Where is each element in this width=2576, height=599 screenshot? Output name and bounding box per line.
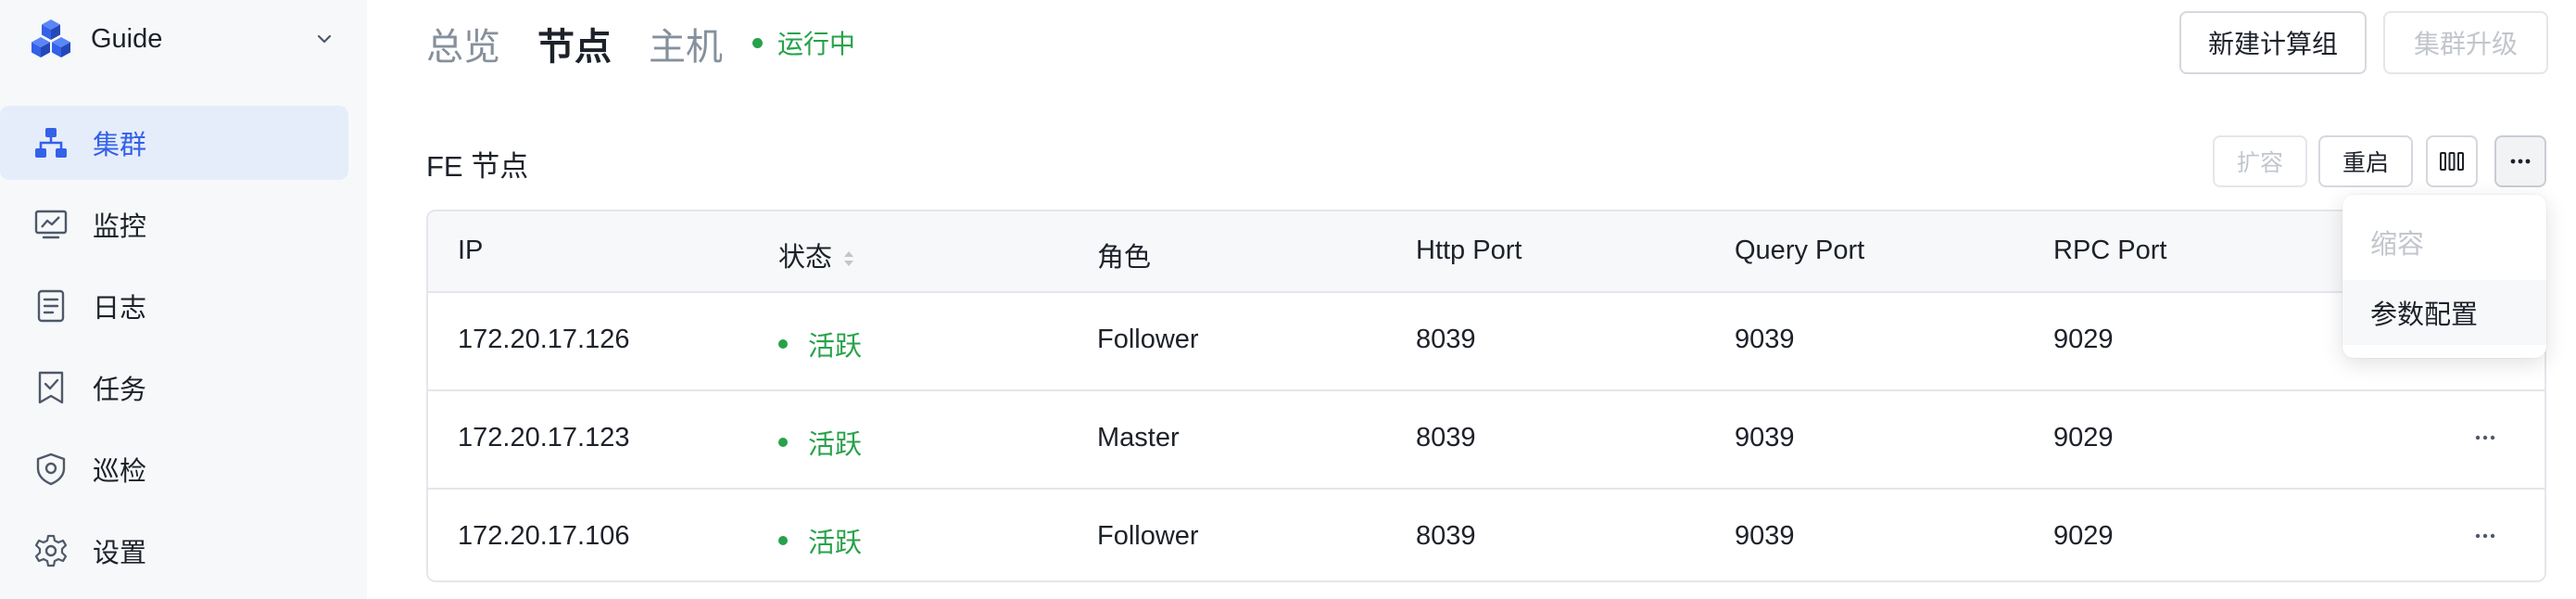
- status-dot: [778, 536, 788, 545]
- status-dot: [752, 37, 763, 48]
- sidebar-item-inspection[interactable]: 巡检: [0, 432, 348, 506]
- sidebar-item-label: 任务: [93, 376, 147, 405]
- cell-role: Follower: [1097, 325, 1199, 354]
- cell-role: Follower: [1097, 521, 1199, 551]
- monitor-chart-icon: [34, 210, 68, 239]
- columns-icon: [2440, 152, 2464, 171]
- table-row: 172.20.17.126 活跃 Follower 8039 9039 9029: [428, 293, 2544, 391]
- cell-ip: 172.20.17.123: [458, 423, 630, 452]
- column-header-ip: IP: [458, 236, 484, 265]
- status-text: 活跃: [808, 332, 863, 362]
- status-dot: [778, 339, 788, 349]
- more-icon: [2510, 159, 2531, 164]
- status-text: 活跃: [808, 430, 863, 460]
- cell-status: 活跃: [778, 325, 862, 363]
- sidebar: Guide 集群 监控 日志 任务 巡检 设置: [0, 0, 367, 599]
- chevron-down-icon: [317, 34, 332, 44]
- cluster-status: 运行中: [752, 24, 855, 61]
- more-icon: [2475, 533, 2495, 539]
- cell-status: 活跃: [778, 521, 862, 560]
- table-row: 172.20.17.106 活跃 Follower 8039 9039 9029: [428, 490, 2544, 580]
- table-header: IP 状态 角色 Http Port Query Port RPC Port: [428, 211, 2544, 293]
- cell-status: 活跃: [778, 423, 862, 462]
- inspection-shield-icon: [36, 452, 66, 486]
- scale-out-button[interactable]: 扩容: [2213, 135, 2307, 187]
- cell-ip: 172.20.17.126: [458, 325, 630, 354]
- more-icon: [2475, 435, 2495, 440]
- columns-button[interactable]: [2426, 135, 2478, 187]
- menu-item-parameter-config[interactable]: 参数配置: [2342, 280, 2546, 345]
- sidebar-item-label: 设置: [93, 539, 147, 568]
- upgrade-cluster-button[interactable]: 集群升级: [2383, 11, 2548, 74]
- sidebar-item-tasks[interactable]: 任务: [0, 350, 348, 425]
- sidebar-item-settings[interactable]: 设置: [0, 514, 348, 588]
- row-more-button[interactable]: [2467, 517, 2504, 554]
- cell-query-port: 9039: [1735, 423, 1795, 452]
- gear-icon: [34, 534, 68, 567]
- column-header-status[interactable]: 状态: [778, 236, 856, 274]
- column-header-role: 角色: [1097, 243, 1152, 273]
- column-header-label: 状态: [778, 243, 833, 273]
- column-header-http-port: Http Port: [1416, 236, 1522, 265]
- cell-ip: 172.20.17.106: [458, 521, 630, 551]
- status-dot: [778, 438, 788, 447]
- more-actions-dropdown: 缩容 参数配置: [2342, 195, 2546, 358]
- tab-overview[interactable]: 总览: [426, 17, 500, 70]
- restart-button[interactable]: 重启: [2318, 135, 2413, 187]
- cell-http-port: 8039: [1416, 521, 1476, 551]
- tab-nodes[interactable]: 节点: [537, 17, 612, 70]
- cluster-icon: [35, 128, 67, 158]
- cell-rpc-port: 9029: [2053, 325, 2114, 354]
- status-text: 活跃: [808, 529, 863, 558]
- cell-http-port: 8039: [1416, 325, 1476, 354]
- section-title: FE 节点: [426, 150, 529, 183]
- sidebar-item-monitor[interactable]: 监控: [0, 187, 348, 261]
- cubes-logo-icon: [32, 19, 70, 57]
- sidebar-item-label: 集群: [93, 131, 147, 160]
- column-header-query-port: Query Port: [1735, 236, 1865, 265]
- cell-query-port: 9039: [1735, 521, 1795, 551]
- brand-switcher[interactable]: Guide: [30, 17, 335, 61]
- more-actions-button[interactable]: [2494, 135, 2546, 187]
- cell-role: Master: [1097, 423, 1180, 452]
- fe-nodes-table: IP 状态 角色 Http Port Query Port RPC Port 1…: [426, 210, 2546, 582]
- sidebar-item-label: 监控: [93, 212, 147, 242]
- tab-hosts[interactable]: 主机: [649, 17, 723, 70]
- cell-query-port: 9039: [1735, 325, 1795, 354]
- new-compute-group-button[interactable]: 新建计算组: [2179, 11, 2367, 74]
- log-document-icon: [37, 289, 65, 323]
- table-row: 172.20.17.123 活跃 Master 8039 9039 9029: [428, 391, 2544, 490]
- row-more-button[interactable]: [2467, 419, 2504, 456]
- sidebar-item-logs[interactable]: 日志: [0, 269, 348, 343]
- cell-rpc-port: 9029: [2053, 521, 2114, 551]
- sort-icon[interactable]: [841, 248, 856, 270]
- column-header-rpc-port: RPC Port: [2053, 236, 2167, 265]
- sidebar-item-cluster[interactable]: 集群: [0, 106, 348, 180]
- menu-item-scale-in[interactable]: 缩容: [2342, 210, 2546, 274]
- status-text: 运行中: [777, 30, 856, 58]
- brand-name: Guide: [91, 23, 163, 54]
- sidebar-item-label: 巡检: [93, 457, 147, 487]
- cell-http-port: 8039: [1416, 423, 1476, 452]
- task-bookmark-icon: [38, 371, 64, 404]
- cell-rpc-port: 9029: [2053, 423, 2114, 452]
- sidebar-item-label: 日志: [93, 294, 147, 324]
